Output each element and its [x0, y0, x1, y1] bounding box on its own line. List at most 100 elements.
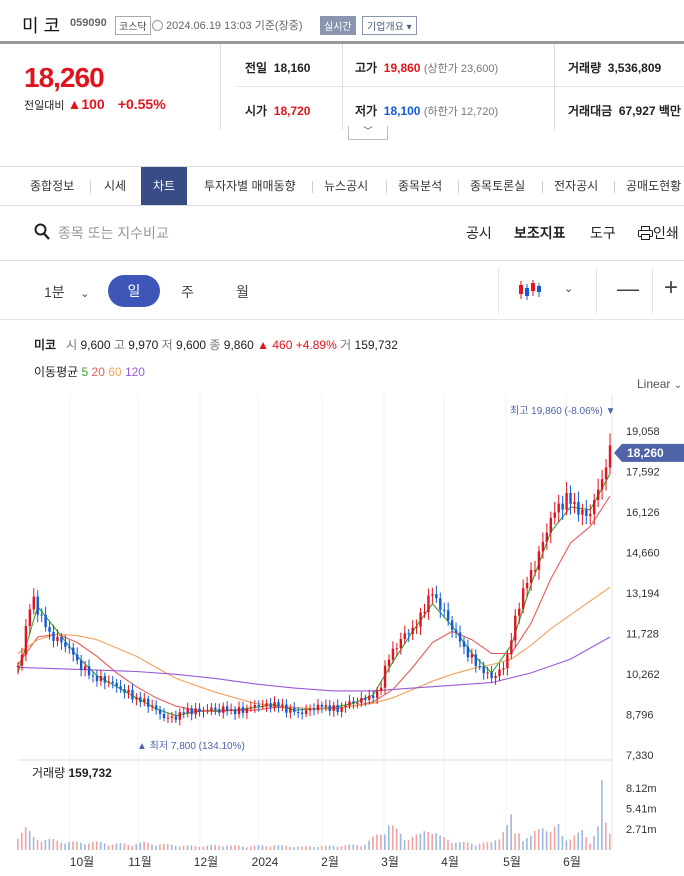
- volume-bar: [581, 829, 583, 850]
- ma60-label: 60: [108, 365, 122, 379]
- candle-body: [529, 570, 533, 584]
- candle-body: [222, 706, 225, 713]
- volume-bar: [435, 833, 437, 850]
- candle-body: [64, 642, 67, 647]
- candle-body: [206, 709, 209, 711]
- tools-button[interactable]: 도구: [590, 223, 616, 243]
- compare-search-input[interactable]: 종목 또는 지수비교: [58, 223, 169, 243]
- candle-body: [395, 648, 399, 650]
- candle-body: [379, 687, 383, 691]
- candle-body: [510, 640, 513, 655]
- volume-bar: [273, 845, 276, 850]
- candle-body: [237, 707, 241, 714]
- candle-body: [166, 717, 170, 719]
- tab-news[interactable]: 뉴스공시: [324, 167, 368, 205]
- volume-bar: [336, 846, 339, 850]
- tab-discussion[interactable]: 종목토론실: [470, 167, 525, 205]
- indicators-button[interactable]: 보조지표: [514, 223, 566, 243]
- candle-body: [99, 676, 103, 682]
- tab-summary[interactable]: 종합정보: [30, 167, 74, 205]
- y-tick-label: 19,058: [626, 426, 660, 438]
- interval-minute-select[interactable]: 1분 ⌄: [44, 282, 89, 302]
- candle-body: [150, 705, 154, 707]
- scale-selector[interactable]: Linear ⌄: [637, 377, 682, 391]
- y-tick-label: 16,126: [626, 507, 660, 519]
- open-price: 시가 18,720: [245, 104, 311, 118]
- zoom-out-icon[interactable]: —: [617, 276, 639, 302]
- candle-body: [194, 708, 197, 715]
- volume-bar: [447, 839, 449, 850]
- interval-month-button[interactable]: 월: [236, 282, 249, 302]
- candle-body: [332, 705, 335, 711]
- volume-bar: [143, 841, 145, 850]
- ma5-line: [17, 473, 611, 717]
- volume-bar: [64, 843, 66, 850]
- volume-bar: [518, 833, 520, 850]
- candle-body: [589, 514, 592, 517]
- volume-bar: [28, 831, 31, 850]
- volume-bar: [403, 840, 406, 850]
- prev-close: 전일 18,160: [245, 61, 311, 75]
- volume-bar: [356, 845, 359, 850]
- candle-body: [52, 631, 55, 641]
- volume-bar: [439, 835, 441, 850]
- candle-body: [293, 707, 296, 712]
- candle-body: [387, 659, 391, 666]
- realtime-badge[interactable]: 실시간: [320, 16, 356, 35]
- volume-bar: [585, 837, 587, 850]
- candle-body: [16, 665, 20, 668]
- company-overview-dropdown[interactable]: 기업개요 ▾: [362, 16, 417, 35]
- chevron-down-icon: ⌄: [673, 380, 683, 391]
- candle-body: [162, 713, 166, 718]
- x-tick-label: 12월: [194, 855, 218, 869]
- candle-body: [103, 676, 107, 683]
- tab-analysis[interactable]: 종목분석: [398, 167, 442, 205]
- disclosure-button[interactable]: 공시: [466, 223, 492, 243]
- tab-chart[interactable]: 차트: [141, 167, 188, 205]
- candle-body: [439, 598, 442, 610]
- price-change: 전일대비 ▲100 +0.55%: [24, 96, 166, 112]
- candle-body: [348, 701, 351, 706]
- candle-body: [360, 697, 363, 703]
- print-button[interactable]: 인쇄: [638, 223, 679, 243]
- candle-body: [600, 479, 604, 490]
- volume-bar: [466, 842, 469, 850]
- candle-body: [608, 445, 612, 468]
- chevron-down-icon: ⌄: [80, 288, 90, 300]
- expand-quote-button[interactable]: ﹀: [348, 126, 388, 140]
- volume-bar: [340, 846, 343, 850]
- candle-body: [486, 672, 489, 674]
- chevron-down-icon[interactable]: ⌄: [564, 282, 573, 295]
- volume-bar: [17, 838, 19, 850]
- candle-body: [56, 636, 59, 641]
- candle-body: [462, 641, 466, 647]
- interval-day-button[interactable]: 일: [108, 275, 160, 307]
- volume-bar: [88, 843, 90, 850]
- tab-quotes[interactable]: 시세: [104, 167, 126, 205]
- volume-bar: [265, 845, 268, 850]
- interval-week-button[interactable]: 주: [181, 282, 194, 302]
- candle-body: [336, 705, 339, 712]
- candle-body: [470, 654, 474, 658]
- candle-body: [265, 703, 268, 707]
- volume-bar: [257, 845, 260, 850]
- x-tick-label: 11월: [128, 855, 152, 869]
- volume-bar: [32, 837, 35, 850]
- volume-bar: [561, 836, 564, 850]
- volume-bar: [68, 842, 70, 850]
- candle-body: [581, 509, 584, 515]
- candle-body: [308, 708, 312, 711]
- candlestick-chart-type-icon[interactable]: [518, 279, 544, 301]
- trade-amount: 거래대금 67,927 백만: [568, 104, 681, 118]
- tab-investor-trading[interactable]: 투자자별 매매동향: [204, 167, 296, 205]
- volume-bar: [230, 845, 232, 850]
- tab-disclosure[interactable]: 전자공시: [554, 167, 598, 205]
- volume-bar: [305, 846, 307, 850]
- candle-body: [435, 594, 438, 599]
- volume-bar: [159, 844, 161, 850]
- volume-bar: [478, 843, 481, 850]
- tab-short-selling[interactable]: 공매도현황: [626, 167, 681, 205]
- volume-bar: [190, 845, 193, 850]
- y-tick-label: 7,330: [626, 750, 654, 762]
- zoom-in-icon[interactable]: +: [664, 274, 678, 302]
